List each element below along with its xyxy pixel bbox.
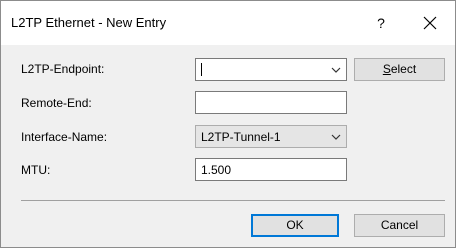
remote-end-label: Remote-End:	[21, 96, 92, 110]
endpoint-combobox[interactable]	[195, 58, 347, 81]
interface-name-select[interactable]: L2TP-Tunnel-1	[195, 125, 347, 148]
mtu-input[interactable]: 1.500	[195, 158, 347, 181]
endpoint-label: L2TP-Endpoint:	[21, 62, 105, 76]
cancel-button[interactable]: Cancel	[354, 214, 445, 237]
separator-line	[21, 200, 445, 201]
remote-end-input[interactable]	[195, 91, 347, 114]
dialog-window: L2TP Ethernet - New Entry ? L2TP-Endpoin…	[0, 0, 456, 248]
interface-name-label: Interface-Name:	[21, 130, 108, 144]
close-icon	[423, 16, 437, 30]
chevron-down-icon	[331, 134, 341, 140]
close-button[interactable]	[415, 9, 445, 37]
text-caret	[201, 63, 202, 76]
ok-button[interactable]: OK	[251, 214, 339, 237]
chevron-down-icon[interactable]	[331, 66, 341, 74]
select-button[interactable]: Select	[354, 58, 445, 81]
window-title: L2TP Ethernet - New Entry	[11, 15, 167, 30]
help-button[interactable]: ?	[369, 11, 393, 35]
title-bar: L2TP Ethernet - New Entry ?	[1, 1, 455, 45]
mtu-label: MTU:	[21, 163, 51, 177]
